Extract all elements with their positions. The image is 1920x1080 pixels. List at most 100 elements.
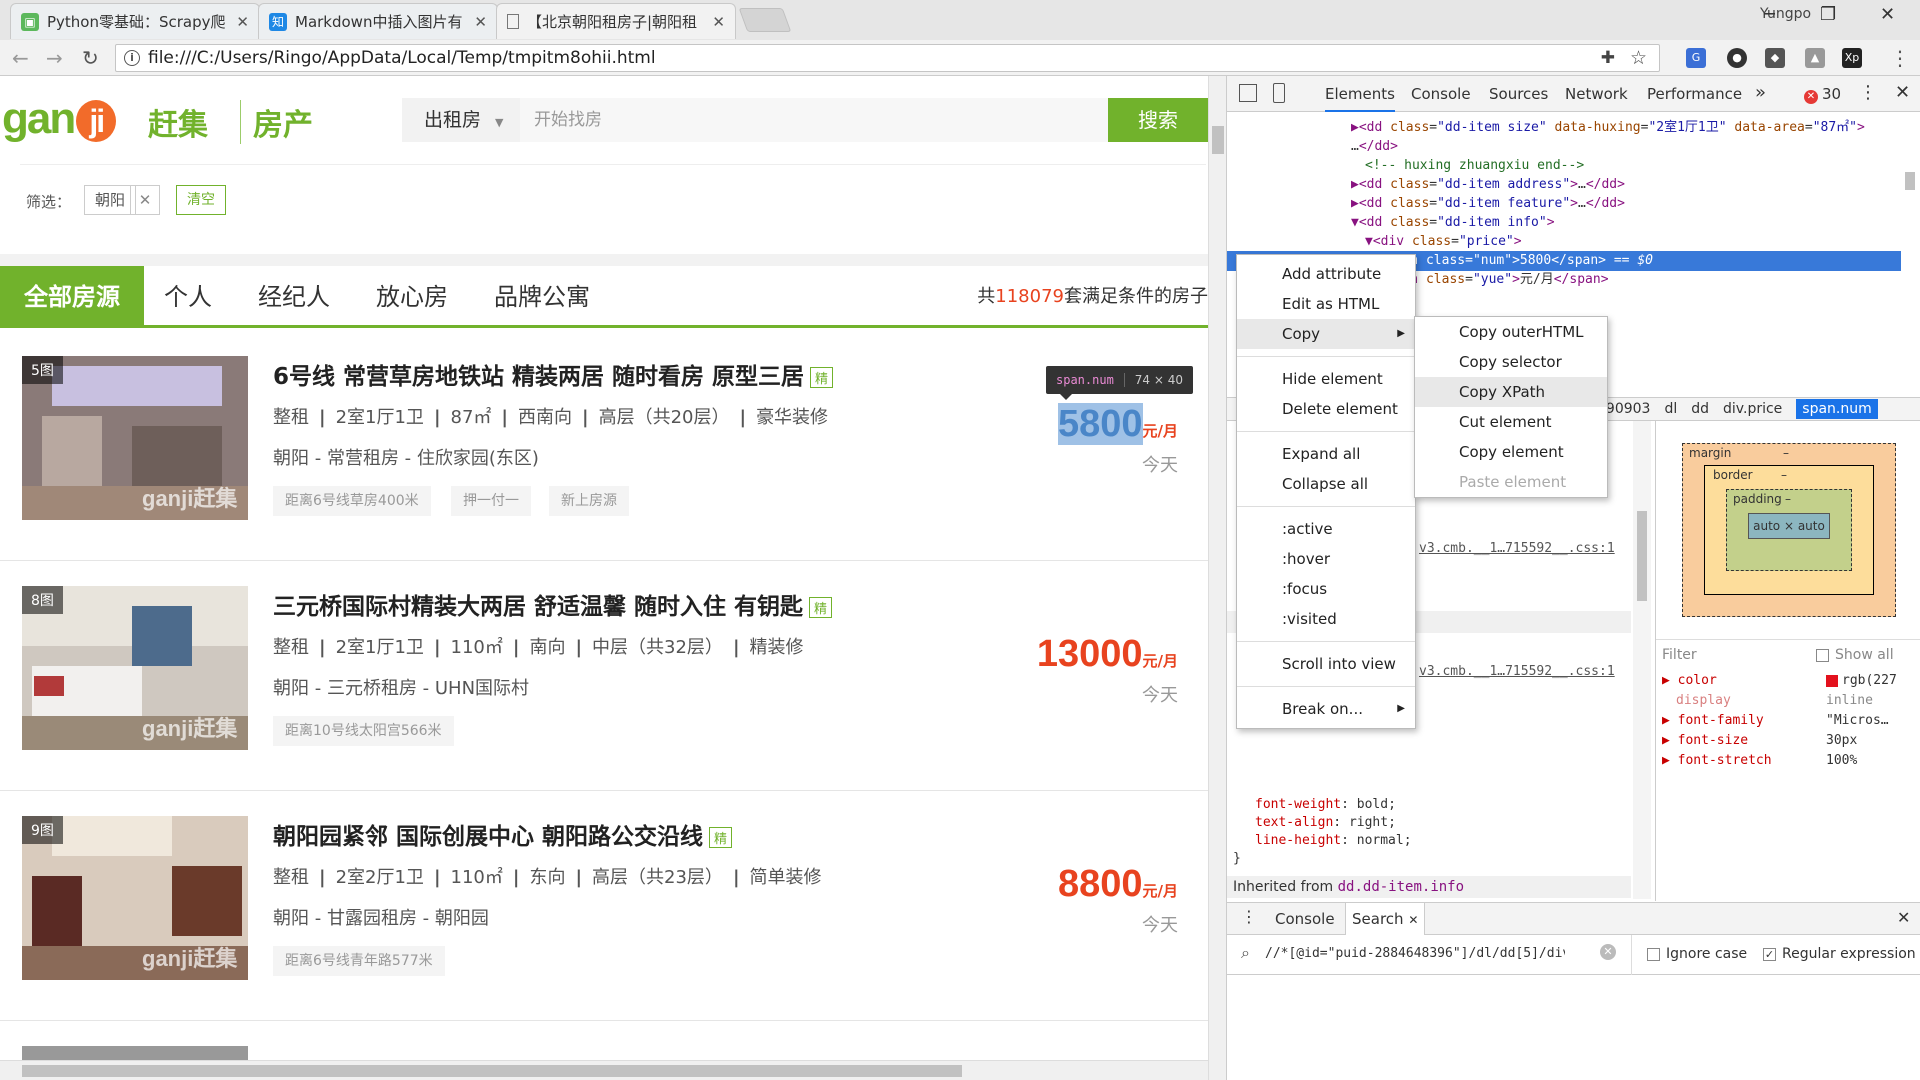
browser-tab-python[interactable]: ▣ Python零基础：Scrapy爬 ✕	[10, 3, 260, 39]
dom-node[interactable]: ▶<dd class="dd-item address">…</dd>	[1227, 175, 1907, 195]
drawer-close-icon[interactable]: ✕	[1897, 908, 1910, 927]
drawer-menu-icon[interactable]: ⋮	[1241, 907, 1257, 926]
bookmark-star-icon[interactable]: ☆	[1630, 45, 1647, 71]
styles-scrollbar[interactable]	[1633, 421, 1651, 899]
listing-item[interactable]: ganji赶集 5图 6号线 常营草房地铁站 精装两居 随时看房 原型三居精 整…	[0, 331, 1208, 561]
listing-address[interactable]: 朝阳 - 常营租房 - 住欣家园(东区)	[273, 444, 539, 470]
checkbox-icon[interactable]	[1647, 947, 1660, 961]
menu-copy-outerhtml[interactable]: Copy outerHTML	[1415, 317, 1607, 347]
listing-photo[interactable]: ganji赶集 8图	[22, 586, 248, 750]
browser-menu-icon[interactable]: ⋮	[1890, 46, 1910, 70]
tab-sources[interactable]: Sources	[1489, 76, 1548, 112]
listing-title[interactable]: 三元桥国际村精装大两居 舒适温馨 随时入住 有钥匙精	[273, 587, 833, 621]
computed-prop[interactable]: ▶ font-stretch 100%	[1656, 751, 1920, 771]
dom-scroll-thumb[interactable]	[1905, 172, 1915, 190]
address-bar[interactable]: i file:///C:/Users/Ringo/AppData/Local/T…	[115, 44, 1660, 72]
menu-force-hover[interactable]: :hover	[1237, 544, 1415, 574]
tab-brand-apartment[interactable]: 品牌公寓	[494, 266, 590, 328]
style-source-link[interactable]: v3.cmb.__1…715592__.css:1	[1419, 541, 1615, 556]
menu-collapse-all[interactable]: Collapse all	[1237, 469, 1415, 499]
browser-tab-markdown[interactable]: 知 Markdown中插入图片有 ✕	[258, 3, 498, 39]
minimize-icon[interactable]: ─	[1764, 4, 1775, 25]
page-horizontal-scrollbar[interactable]	[0, 1060, 1208, 1080]
tab-trusted[interactable]: 放心房	[376, 266, 448, 328]
search-type-dropdown[interactable]: 出租房 ▼	[402, 98, 520, 142]
menu-force-visited[interactable]: :visited	[1237, 604, 1415, 634]
dom-node[interactable]: ▼<dd class="dd-item info">	[1227, 213, 1907, 233]
close-icon[interactable]: ✕	[1408, 913, 1418, 927]
menu-copy-selector[interactable]: Copy selector	[1415, 347, 1607, 377]
tab-personal[interactable]: 个人	[164, 266, 212, 328]
checkbox-icon[interactable]	[1816, 648, 1829, 662]
new-tab-button[interactable]	[738, 8, 792, 32]
menu-delete-element[interactable]: Delete element	[1237, 394, 1415, 424]
computed-filter[interactable]: Filter Show all	[1656, 639, 1920, 669]
menu-copy-xpath[interactable]: Copy XPath	[1415, 377, 1607, 407]
dom-comment[interactable]: <!-- huxing zhuangxiu end-->	[1227, 156, 1907, 176]
listing-photo[interactable]: ganji赶集 9图	[22, 816, 248, 980]
scrollbar-thumb[interactable]	[1212, 126, 1224, 154]
computed-prop[interactable]: ▶ color rgb(227	[1656, 671, 1920, 691]
more-tabs-icon[interactable]: »	[1755, 82, 1766, 103]
style-prop[interactable]: text-align: right;	[1255, 815, 1396, 830]
clear-search-icon[interactable]: ✕	[1600, 944, 1616, 960]
crumb[interactable]: dl	[1664, 401, 1677, 417]
computed-prop[interactable]: ▶ font-size 30px	[1656, 731, 1920, 751]
menu-scroll-into-view[interactable]: Scroll into view	[1237, 649, 1415, 679]
extension-puzzle-icon[interactable]: ✚	[1601, 45, 1615, 71]
scrollbar-thumb[interactable]	[1637, 511, 1647, 601]
menu-force-active[interactable]: :active	[1237, 514, 1415, 544]
menu-hide-element[interactable]: Hide element	[1237, 364, 1415, 394]
menu-cut-element[interactable]: Cut element	[1415, 407, 1607, 437]
ganji-logo[interactable]: gan ji	[2, 94, 118, 144]
listing-title[interactable]: 6号线 常营草房地铁站 精装两居 随时看房 原型三居精	[273, 357, 834, 391]
window-close-icon[interactable]: ✕	[1880, 4, 1895, 25]
crumb-selected[interactable]: span.num	[1796, 399, 1878, 419]
dom-node[interactable]: …</dd>	[1227, 137, 1907, 157]
listing-item[interactable]: ganji赶集 9图 朝阳园紧邻 国际创展中心 朝阳路公交沿线精 整租 | 2室2厅…	[0, 791, 1208, 1021]
crumb[interactable]: dd	[1691, 401, 1709, 417]
scrollbar-thumb[interactable]	[22, 1065, 962, 1077]
drawer-tab-search[interactable]: Search ✕	[1345, 903, 1426, 935]
listing-item[interactable]: ganji赶集 8图 三元桥国际村精装大两居 舒适温馨 随时入住 有钥匙精 整租…	[0, 561, 1208, 791]
close-icon[interactable]: ✕	[712, 13, 725, 31]
menu-expand-all[interactable]: Expand all	[1237, 439, 1415, 469]
menu-break-on[interactable]: Break on... ▶	[1237, 694, 1415, 724]
computed-prop[interactable]: display inline	[1656, 691, 1920, 711]
remove-filter-icon[interactable]: ✕	[130, 185, 160, 215]
xpath-helper-icon[interactable]: Xp	[1842, 48, 1862, 68]
style-prop[interactable]: font-weight: bold;	[1255, 797, 1396, 812]
devtools-menu-icon[interactable]: ⋮	[1859, 82, 1877, 103]
listing-photo[interactable]: ganji赶集 5图	[22, 356, 248, 520]
tab-console[interactable]: Console	[1411, 76, 1471, 112]
search-input[interactable]: 开始找房	[520, 98, 1108, 142]
tab-all-listings[interactable]: 全部房源	[0, 266, 144, 328]
ignore-case-option[interactable]: Ignore case	[1647, 946, 1747, 962]
reload-icon[interactable]: ↻	[82, 46, 99, 70]
translate-extension-icon[interactable]: G	[1686, 48, 1706, 68]
menu-copy[interactable]: Copy ▶	[1237, 319, 1415, 349]
show-all-toggle[interactable]: Show all	[1816, 640, 1894, 670]
lighthouse-extension-icon[interactable]: ●	[1727, 48, 1747, 68]
tab-network[interactable]: Network	[1565, 76, 1628, 112]
android-extension-icon[interactable]: ▲	[1805, 48, 1825, 68]
forward-icon[interactable]: →	[46, 46, 63, 70]
tab-agent[interactable]: 经纪人	[258, 266, 330, 328]
listing-title[interactable]: 朝阳园紧邻 国际创展中心 朝阳路公交沿线精	[273, 817, 733, 851]
extension-icon[interactable]: ◆	[1765, 48, 1785, 68]
listing-address[interactable]: 朝阳 - 三元桥租房 - UHN国际村	[273, 674, 529, 700]
menu-copy-element[interactable]: Copy element	[1415, 437, 1607, 467]
device-toolbar-icon[interactable]	[1273, 83, 1285, 103]
tab-elements[interactable]: Elements	[1325, 76, 1395, 112]
regex-option[interactable]: ✓ Regular expression	[1763, 946, 1916, 962]
clear-filters-button[interactable]: 清空	[176, 185, 226, 215]
search-button[interactable]: 搜索	[1108, 98, 1208, 142]
crumb[interactable]: div.price	[1723, 401, 1782, 417]
maximize-icon[interactable]: ❐	[1820, 4, 1836, 25]
page-vertical-scrollbar[interactable]	[1208, 76, 1226, 1080]
close-icon[interactable]: ✕	[236, 13, 249, 31]
devtools-close-icon[interactable]: ✕	[1895, 82, 1910, 103]
close-icon[interactable]: ✕	[474, 13, 487, 31]
listing-address[interactable]: 朝阳 - 甘露园租房 - 朝阳园	[273, 904, 489, 930]
error-count[interactable]: ✕ 30	[1804, 85, 1841, 104]
